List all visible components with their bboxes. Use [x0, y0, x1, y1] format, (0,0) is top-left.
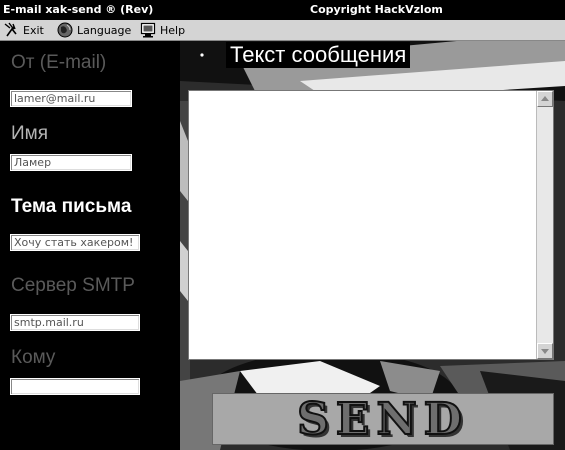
message-panel: Текст сообщения SEND: [180, 41, 565, 450]
name-input[interactable]: [10, 154, 132, 171]
scroll-down-button[interactable]: [537, 343, 553, 359]
name-label: Имя: [11, 123, 49, 144]
to-label: Кому: [11, 347, 56, 368]
smtp-server-input[interactable]: [10, 314, 140, 331]
message-text-area[interactable]: [189, 91, 537, 359]
scroll-up-button[interactable]: [537, 91, 553, 107]
message-box: [188, 90, 554, 360]
from-label: От (E-mail): [11, 52, 107, 73]
from-email-input[interactable]: [10, 90, 132, 107]
message-title: Текст сообщения: [226, 42, 411, 68]
exit-icon: [4, 22, 17, 37]
subject-label: Тема письма: [11, 196, 132, 217]
menu-item-help[interactable]: Help: [140, 22, 185, 38]
window-title: E-mail xak-send ® (Rev): [3, 3, 154, 16]
to-recipient-input[interactable]: [10, 378, 140, 395]
copyright-text: Copyright HackVzlom: [310, 3, 443, 16]
sender-form-panel: От (E-mail) Имя Тема письма Сервер SMTP …: [0, 41, 180, 450]
menu-item-exit[interactable]: Exit: [3, 22, 44, 38]
subject-input[interactable]: [10, 234, 140, 251]
menu-label-language: Language: [77, 23, 132, 37]
message-scrollbar[interactable]: [536, 91, 553, 359]
arrow-up-icon: [541, 96, 549, 101]
send-button[interactable]: SEND: [212, 393, 554, 445]
menu-item-language[interactable]: Language: [57, 22, 131, 38]
send-button-label: SEND: [296, 393, 469, 445]
globe-icon: [57, 22, 73, 38]
smtp-server-label: Сервер SMTP: [11, 275, 135, 296]
help-monitor-icon: [140, 22, 156, 38]
menu-label-help: Help: [160, 23, 186, 37]
arrow-down-icon: [541, 349, 549, 354]
menu-bar: Exit Language Help: [0, 20, 565, 41]
menu-label-exit: Exit: [23, 23, 44, 37]
title-bar[interactable]: E-mail xak-send ® (Rev) Copyright HackVz…: [0, 0, 565, 20]
